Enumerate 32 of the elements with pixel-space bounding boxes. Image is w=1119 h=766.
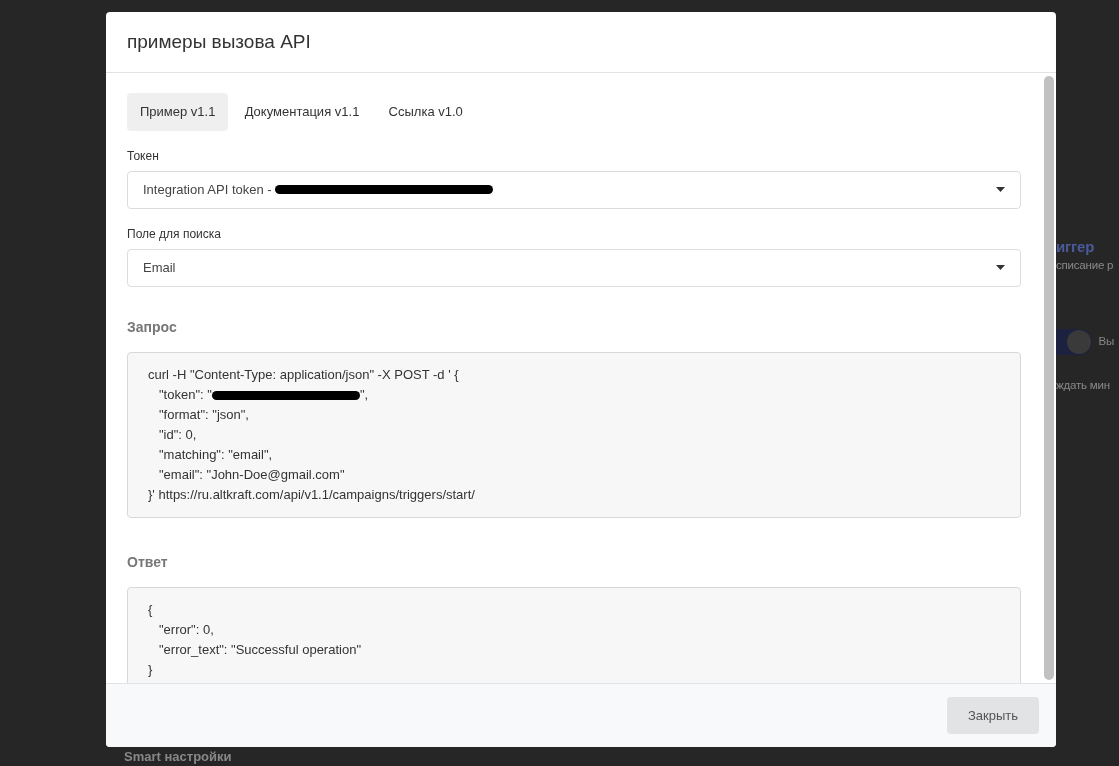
caret-icon xyxy=(996,187,1005,192)
code-text: "error": 0, xyxy=(158,621,214,637)
section-title: Smart настройки xyxy=(124,749,232,764)
select-field[interactable]: Email xyxy=(127,248,1021,287)
code-text: }' https://ru.altkraft.com/api/v1.1/campaigns/triggers/start/ xyxy=(148,486,475,502)
tab[interactable]: Ссылка v1.0 xyxy=(375,93,476,131)
code-text: } xyxy=(148,661,153,677)
section-heading: Ответ xyxy=(127,552,169,572)
code-text: "matching": "email", xyxy=(158,446,273,462)
section-heading: Запрос xyxy=(127,317,178,337)
code-text: "email": "John-Doe@gmail.com" xyxy=(158,466,345,482)
toggle-switch[interactable] xyxy=(1056,329,1092,355)
toggle-label: Вы xyxy=(1098,334,1115,350)
select-field[interactable]: Integration API token - xyxy=(127,170,1021,209)
tab[interactable]: Документация v1.1 xyxy=(231,93,373,131)
code-text: "format": "json", xyxy=(158,406,249,422)
subtitle-text: списание р xyxy=(1056,258,1115,273)
caret-icon xyxy=(996,265,1005,270)
code-text: "error_text": "Successful operation" xyxy=(158,641,361,657)
code-text: ", xyxy=(359,386,369,402)
tab[interactable]: Пример v1.1 xyxy=(127,93,229,131)
scrollbar[interactable] xyxy=(1044,76,1054,680)
code-text: "id": 0, xyxy=(158,426,197,442)
code-text: "token": " xyxy=(158,386,212,402)
field-label: Токен xyxy=(127,147,160,165)
heading-text: иггер xyxy=(1056,238,1096,256)
code-text: curl -H "Content-Type: application/json" -X POST -d ' { xyxy=(148,366,459,382)
code-text: { xyxy=(148,601,153,617)
close-button[interactable]: Закрыть xyxy=(946,696,1039,735)
field-label: Поле для поиска xyxy=(127,225,222,243)
modal-title: примеры вызова API xyxy=(127,30,311,54)
wait-text: ждать мин xyxy=(1056,378,1111,393)
